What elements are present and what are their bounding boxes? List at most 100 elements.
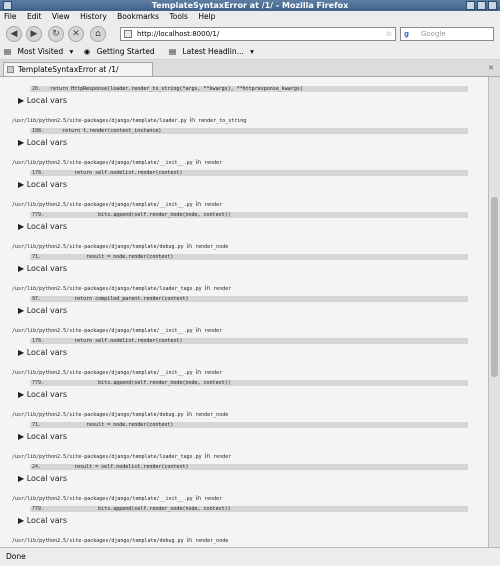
frame-function: render_node	[195, 244, 229, 250]
frame-file: /usr/lib/python2.5/site-packages/django/…	[12, 244, 184, 250]
bookmark-getting-started[interactable]: ◉ Getting Started	[80, 45, 163, 59]
code-line[interactable]: 97. return compiled_parent.render(contex…	[30, 296, 468, 302]
close-tab-icon[interactable]: ✕	[487, 64, 495, 72]
local-vars-toggle[interactable]: ▶ Local vars	[18, 432, 488, 441]
local-vars-label: Local vars	[26, 96, 68, 105]
frame-in-word: in	[186, 243, 193, 250]
forward-button[interactable]: ▶	[26, 26, 42, 42]
reload-button[interactable]: ↻	[48, 26, 64, 42]
frame-file: /usr/lib/python2.5/site-packages/django/…	[12, 328, 193, 334]
bookmark-label: Most Visited	[17, 47, 64, 56]
menu-edit[interactable]: Edit	[23, 11, 46, 23]
local-vars-label: Local vars	[26, 222, 68, 231]
local-vars-label: Local vars	[26, 474, 68, 483]
local-vars-label: Local vars	[26, 432, 68, 441]
menu-file[interactable]: File	[0, 11, 21, 23]
expand-triangle-icon: ▶	[18, 138, 27, 147]
code-line[interactable]: 71. result = node.render(context)	[30, 254, 468, 260]
home-button[interactable]: ⌂	[90, 26, 106, 42]
menu-history[interactable]: History	[76, 11, 111, 23]
frame-in-word: in	[195, 495, 202, 502]
code-text: bits.append(self.render_node(node, conte…	[50, 380, 231, 386]
frame-in-word: in	[195, 201, 202, 208]
expand-triangle-icon: ▶	[18, 432, 27, 441]
bookmark-most-visited[interactable]: ▤ Most Visited ▾	[0, 45, 77, 59]
code-line[interactable]: 71. result = node.render(context)	[30, 422, 468, 428]
line-number: 779.	[32, 380, 45, 386]
local-vars-toggle[interactable]: ▶ Local vars	[18, 516, 488, 525]
back-button[interactable]: ◀	[6, 26, 22, 42]
tab-title: TemplateSyntaxError at /1/	[18, 65, 119, 74]
menu-tools[interactable]: Tools	[165, 11, 191, 23]
line-number: 108.	[32, 128, 45, 134]
frame-function: render	[213, 454, 232, 460]
local-vars-toggle[interactable]: ▶ Local vars	[18, 264, 488, 273]
frame-function: render	[204, 496, 223, 502]
frame-in-word: in	[195, 327, 202, 334]
bookmark-label: Getting Started	[96, 47, 155, 56]
frame-file: /usr/lib/python2.5/site-packages/django/…	[12, 286, 202, 292]
frame-file: /usr/lib/python2.5/site-packages/django/…	[12, 118, 187, 124]
stop-button[interactable]: ✕	[68, 26, 84, 42]
bookmark-latest-headlines[interactable]: ▤ Latest Headlin... ▾	[165, 45, 258, 59]
traceback-frame: /usr/lib/python2.5/site-packages/django/…	[0, 369, 488, 399]
search-engine-icon[interactable]: g	[404, 28, 409, 40]
expand-triangle-icon: ▶	[18, 306, 27, 315]
frame-path: /usr/lib/python2.5/site-packages/django/…	[12, 369, 488, 376]
frame-path: /usr/lib/python2.5/site-packages/django/…	[12, 159, 488, 166]
local-vars-toggle[interactable]: ▶ Local vars	[18, 222, 488, 231]
menu-help[interactable]: Help	[194, 11, 219, 23]
search-bar[interactable]: g Google	[400, 27, 494, 41]
tab-active[interactable]: TemplateSyntaxError at /1/	[3, 62, 153, 76]
frame-path: /usr/lib/python2.5/site-packages/django/…	[12, 117, 488, 124]
local-vars-toggle[interactable]: ▶ Local vars	[18, 180, 488, 189]
code-line[interactable]: 779. bits.append(self.render_node(node, …	[30, 380, 468, 386]
frame-in-word: in	[189, 117, 196, 124]
traceback-frame: /usr/lib/python2.5/site-packages/django/…	[0, 285, 488, 315]
menu-bookmarks[interactable]: Bookmarks	[113, 11, 163, 23]
local-vars-label: Local vars	[26, 264, 68, 273]
vertical-scrollbar[interactable]	[488, 77, 500, 547]
line-number: 97.	[32, 296, 42, 302]
status-text: Done	[6, 552, 26, 561]
frame-function: render	[204, 160, 223, 166]
local-vars-toggle[interactable]: ▶ Local vars	[18, 348, 488, 357]
line-number: 178.	[32, 338, 45, 344]
frame-path: /usr/lib/python2.5/site-packages/django/…	[12, 201, 488, 208]
maximize-icon[interactable]	[477, 1, 486, 10]
code-line[interactable]: 178. return self.nodelist.render(context…	[30, 170, 468, 176]
minimize-icon[interactable]	[466, 1, 475, 10]
traceback-frame: /usr/lib/python2.5/site-packages/django/…	[0, 411, 488, 441]
code-line[interactable]: 779. bits.append(self.render_node(node, …	[30, 506, 468, 512]
frame-in-word: in	[204, 453, 211, 460]
local-vars-label: Local vars	[26, 348, 68, 357]
local-vars-toggle[interactable]: ▶ Local vars	[18, 96, 488, 105]
line-number: 24.	[32, 464, 42, 470]
code-line[interactable]: 779. bits.append(self.render_node(node, …	[30, 212, 468, 218]
code-line[interactable]: 20. return HttpResponse(loader.render_to_…	[30, 86, 468, 92]
traceback-frame: /usr/lib/python2.5/site-packages/django/…	[0, 159, 488, 189]
url-bar[interactable]: http://localhost:8000/1/ ☆	[120, 27, 396, 41]
code-line[interactable]: 108. return t.render(context_instance)	[30, 128, 468, 134]
local-vars-toggle[interactable]: ▶ Local vars	[18, 390, 488, 399]
traceback-frame: /usr/lib/python2.5/site-packages/django/…	[0, 327, 488, 357]
local-vars-label: Local vars	[26, 138, 68, 147]
menu-bar: File Edit View History Bookmarks Tools H…	[0, 11, 500, 23]
menu-view[interactable]: View	[48, 11, 74, 23]
scrollbar-thumb[interactable]	[491, 197, 498, 377]
code-line[interactable]: 178. return self.nodelist.render(context…	[30, 338, 468, 344]
local-vars-toggle[interactable]: ▶ Local vars	[18, 474, 488, 483]
line-number: 71.	[32, 254, 42, 260]
local-vars-toggle[interactable]: ▶ Local vars	[18, 138, 488, 147]
code-line[interactable]: 24. result = self.nodelist.render(contex…	[30, 464, 468, 470]
code-text: result = node.render(context)	[50, 422, 174, 428]
local-vars-toggle[interactable]: ▶ Local vars	[18, 306, 488, 315]
frame-path: /usr/lib/python2.5/site-packages/django/…	[12, 453, 488, 460]
local-vars-label: Local vars	[26, 516, 68, 525]
bookmark-star-icon[interactable]: ☆	[386, 28, 392, 40]
local-vars-label: Local vars	[26, 390, 68, 399]
close-window-icon[interactable]	[488, 1, 497, 10]
window-menu-icon[interactable]	[3, 1, 12, 10]
frame-path: /usr/lib/python2.5/site-packages/django/…	[12, 411, 488, 418]
local-vars-label: Local vars	[26, 180, 68, 189]
